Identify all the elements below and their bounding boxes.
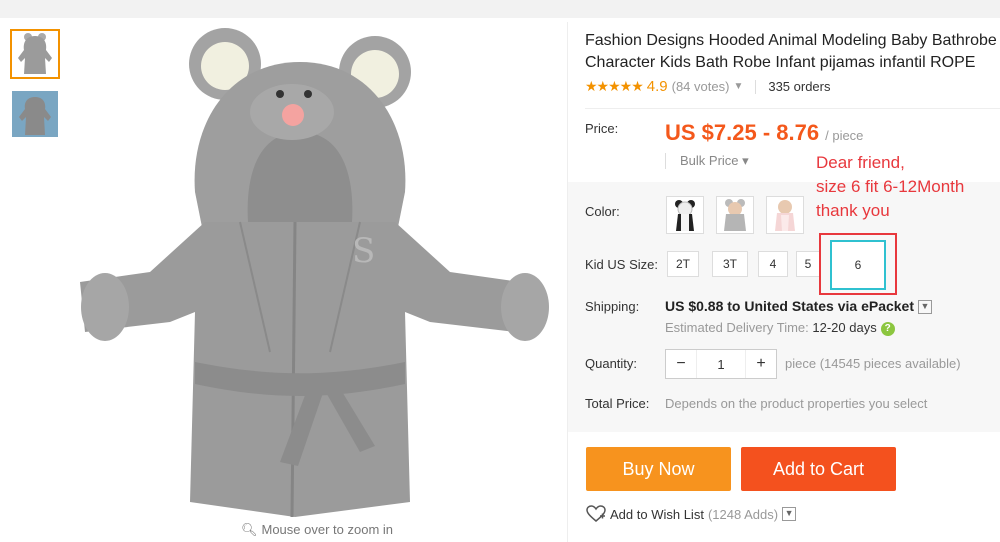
total-price-label: Total Price: [585,396,650,411]
color-swatch-panda[interactable] [666,196,704,234]
help-icon[interactable]: ? [880,321,895,336]
wish-list-label: Add to Wish List [610,506,704,522]
total-price-note: Depends on the product properties you se… [665,396,928,411]
add-to-wish-list[interactable]: Add to Wish List (1248 Adds) ▼ [586,505,797,523]
size-option-3t[interactable]: 3T [712,251,748,277]
delivery-days: 12-20 days [812,320,877,335]
votes-link[interactable]: (84 votes) [672,79,730,94]
svg-text:S: S [352,231,375,271]
quantity-input[interactable]: 1 [696,350,746,378]
buy-now-button[interactable]: Buy Now [586,447,731,491]
size-option-2t[interactable]: 2T [667,251,699,277]
thumbnail-2[interactable] [10,89,60,139]
price-unit: / piece [825,128,864,143]
seller-note-line3: thank you [816,201,890,220]
shipping-label: Shipping: [585,299,640,314]
quantity-stepper: − 1 + [665,349,777,379]
thumbnail-1[interactable] [10,29,60,79]
separator [755,79,757,94]
orders-count: 335 orders [768,79,831,94]
chevron-down-icon[interactable]: ▼ [782,507,797,521]
magnifier-icon: 🔍︎ [240,522,258,537]
robe-thumbnail-icon [18,33,52,74]
add-to-cart-button[interactable]: Add to Cart [741,447,896,491]
delivery-time: Estimated Delivery Time: 12-20 days? [665,320,895,336]
quantity-increase-button[interactable]: + [746,350,776,378]
divider [585,108,1000,109]
seller-note-line2: size 6 fit 6-12Month [816,177,965,196]
product-title-line2: Character Kids Bath Robe Infant pijamas … [585,54,976,71]
zoom-hint: 🔍︎ Mouse over to zoom in [0,522,630,538]
thumbnail-list [10,29,60,149]
price-label: Price: [585,121,619,136]
annotation-highlight-box [819,233,897,295]
delivery-label: Estimated Delivery Time: [665,320,813,335]
main-product-image[interactable]: S [70,22,560,522]
panda-robe-icon [675,200,695,231]
shipping-to: to [723,298,745,314]
quantity-available: piece (14545 pieces available) [785,356,961,371]
zoom-hint-text: Mouse over to zoom in [261,522,394,537]
size-label: Kid US Size: [585,257,658,272]
size-option-4[interactable]: 4 [758,251,788,277]
price-value: US $7.25 - 8.76 [665,120,820,145]
shipping-destination: United States via ePacket [744,298,915,314]
wish-list-adds: (1248 Adds) [707,506,779,522]
heart-icon [586,505,606,522]
bathrobe-image: S [80,28,549,518]
pink-robe-icon [775,200,795,231]
color-swatch-gray[interactable] [716,196,754,234]
color-label: Color: [585,204,620,219]
product-title: Fashion Designs Hooded Animal Modeling B… [585,30,1000,74]
color-swatch-pink[interactable] [766,196,804,234]
quantity-label: Quantity: [585,356,638,371]
seller-note-line1: Dear friend, [816,153,905,172]
robe-thumbnail-icon [12,91,58,137]
chevron-down-icon[interactable]: ▼ [918,300,933,315]
star-rating-icon: ★★★★★ [585,78,644,94]
seller-note: Dear friend, size 6 fit 6-12Month thank … [816,151,964,223]
rating-score: 4.9 [646,78,668,95]
shipping-cost: US $0.88 [665,298,724,314]
rating-row: ★★★★★ 4.9 (84 votes) ▼ 335 orders [585,78,831,95]
top-bar [0,0,1000,18]
chevron-down-icon[interactable]: ▼ [733,81,743,92]
product-title-line1: Fashion Designs Hooded Animal Modeling B… [585,32,997,49]
bulk-price-dropdown[interactable]: Bulk Price ▾ [665,153,749,169]
gray-robe-icon [724,199,746,231]
price-range: US $7.25 - 8.76 / piece [665,120,863,146]
size-option-5[interactable]: 5 [796,251,820,277]
quantity-decrease-button[interactable]: − [666,350,696,378]
shipping-method[interactable]: US $0.88 to United States via ePacket ▼ [665,298,933,315]
